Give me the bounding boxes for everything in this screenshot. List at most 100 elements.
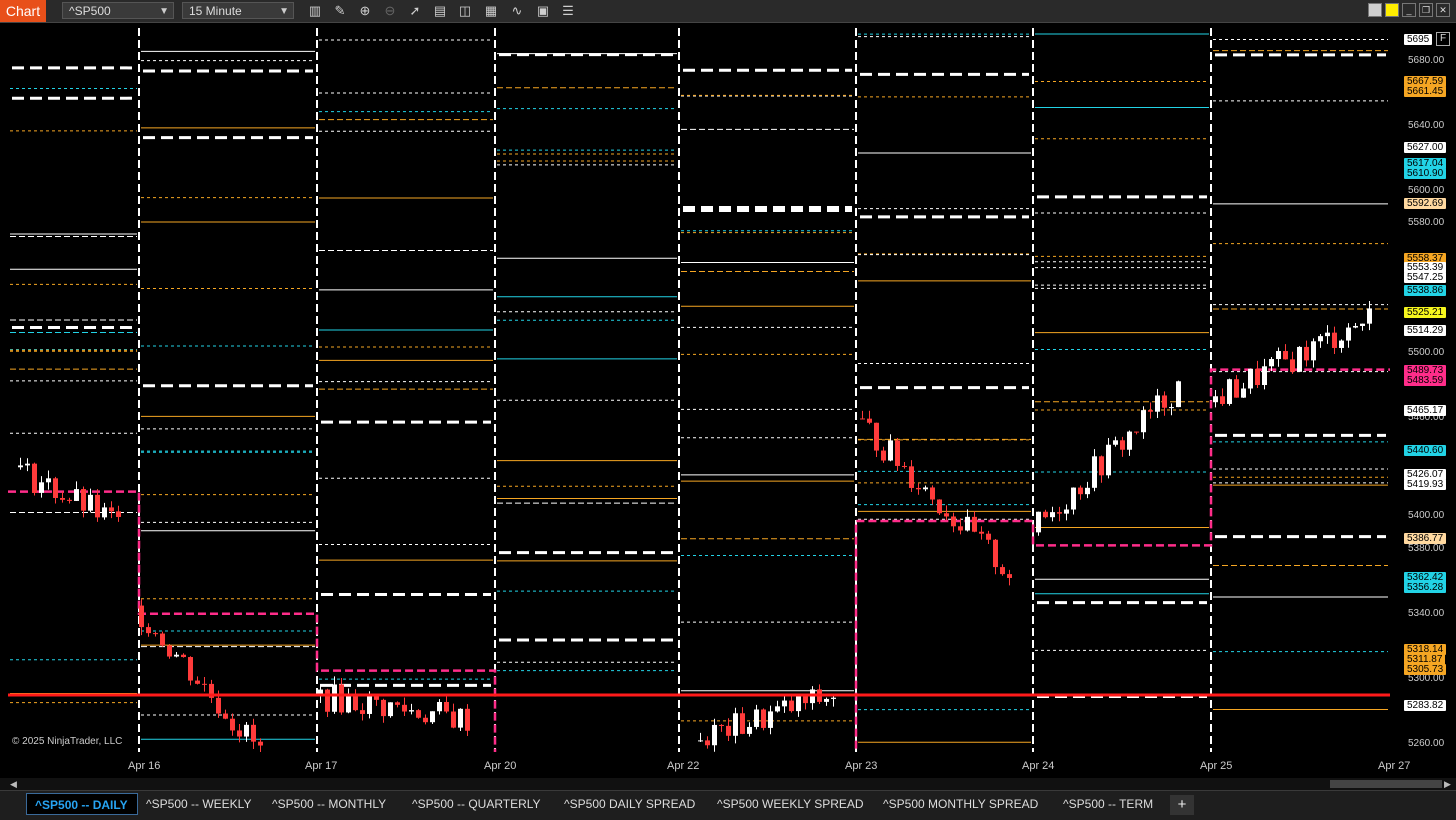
candle-up xyxy=(18,465,23,468)
time-label: Apr 24 xyxy=(1022,760,1055,772)
candle-down xyxy=(230,718,235,731)
candle-down xyxy=(67,499,72,501)
chart-tab[interactable]: ^SP500 -- WEEKLY xyxy=(138,793,258,815)
chart-tab[interactable]: ^SP500 -- TERM xyxy=(1055,793,1165,815)
price-axis[interactable]: F 5680.00 5640.00 5600.00 5580.00 5500.00 546… xyxy=(1390,28,1456,752)
time-axis[interactable]: Apr 16 Apr 17 Apr 20 Apr 22 Apr 23 Apr 24 Apr … xyxy=(0,752,1456,778)
time-label: Apr 20 xyxy=(484,760,517,772)
candle-down xyxy=(444,701,449,712)
price-level-tag: 5386.77 xyxy=(1404,532,1447,544)
indicators-icon[interactable]: ∿ xyxy=(508,2,526,20)
candle-up xyxy=(1269,359,1274,367)
chart-badge[interactable]: Chart xyxy=(0,0,46,22)
candle-down xyxy=(1134,431,1139,433)
price-level-tag: 5627.00 xyxy=(1404,141,1447,153)
candle-down xyxy=(258,741,263,746)
data-box-icon[interactable]: ▤ xyxy=(431,2,449,20)
scroll-right-icon[interactable]: ▶ xyxy=(1444,778,1451,790)
scroll-left-icon[interactable]: ◀ xyxy=(10,778,17,790)
fit-button[interactable]: F xyxy=(1436,32,1450,46)
candle-up xyxy=(1169,407,1174,409)
candle-down xyxy=(993,539,998,568)
candle-up xyxy=(1360,323,1365,326)
candle-up xyxy=(367,695,372,714)
zoom-in-icon[interactable]: ⊕ xyxy=(356,2,374,20)
pencil-icon[interactable]: ✎ xyxy=(331,2,349,20)
strategies-icon[interactable]: ▣ xyxy=(534,2,552,20)
candle-down xyxy=(81,489,86,511)
panels-icon[interactable]: ◫ xyxy=(456,2,474,20)
candle-up xyxy=(1318,336,1323,342)
candle-up xyxy=(768,711,773,728)
price-tick-label: 5340.00 xyxy=(1408,607,1445,619)
candle-down xyxy=(909,466,914,488)
candle-down xyxy=(1120,440,1125,450)
chart-tab[interactable]: ^SP500 -- MONTHLY xyxy=(264,793,400,815)
price-level-tag: 5465.17 xyxy=(1404,405,1447,417)
price-tick-label: 5580.00 xyxy=(1408,217,1445,229)
candle-up xyxy=(1176,381,1181,408)
chart-tab[interactable]: ^SP500 WEEKLY SPREAD xyxy=(709,793,869,815)
candle-down xyxy=(937,499,942,514)
candle-up xyxy=(1036,511,1041,533)
candle-up xyxy=(796,696,801,712)
candle-up xyxy=(25,463,30,466)
candle-up xyxy=(1106,444,1111,476)
candle-down xyxy=(195,680,200,684)
price-tick-label: 5600.00 xyxy=(1408,184,1445,196)
properties-icon[interactable]: ☰ xyxy=(559,2,577,20)
pointer-icon[interactable]: ➚ xyxy=(406,2,424,20)
candle-down xyxy=(381,699,386,717)
price-level-tag: 5547.25 xyxy=(1404,271,1447,283)
candle-down xyxy=(237,730,242,737)
candle-up xyxy=(923,487,928,490)
candle-down xyxy=(353,695,358,711)
restore-button[interactable]: ❐ xyxy=(1419,3,1433,17)
price-level-tag: 5514.29 xyxy=(1404,325,1447,337)
chart-tab[interactable]: ^SP500 -- DAILY xyxy=(26,793,138,815)
add-tab-button[interactable]: + xyxy=(1170,795,1194,815)
scroll-thumb[interactable] xyxy=(1330,780,1442,788)
candle-down xyxy=(139,605,144,628)
price-tick-label: 5400.00 xyxy=(1408,510,1445,522)
chart-tab[interactable]: ^SP500 DAILY SPREAD xyxy=(556,793,704,815)
candle-down xyxy=(860,418,865,420)
candle-up xyxy=(1248,368,1253,389)
candle-down xyxy=(95,494,100,518)
templates-icon[interactable]: ▦ xyxy=(482,2,500,20)
price-level-tag: 5440.60 xyxy=(1404,445,1447,457)
candle-down xyxy=(1290,359,1295,372)
candle-down xyxy=(1304,346,1309,361)
price-chart-panel[interactable]: © 2025 NinjaTrader, LLC xyxy=(8,28,1390,752)
candle-up xyxy=(1213,396,1218,403)
candle-up xyxy=(775,706,780,712)
zoom-out-icon[interactable]: ⊖ xyxy=(381,2,399,20)
candle-up xyxy=(1353,325,1358,328)
candle-up xyxy=(1276,351,1281,360)
candle-up xyxy=(409,710,414,712)
instrument-selector[interactable]: ^SP500 ▼ xyxy=(62,2,174,19)
candle-up xyxy=(1064,509,1069,514)
yellow-swatch-button[interactable] xyxy=(1385,3,1399,17)
candle-down xyxy=(874,422,879,451)
candle-up xyxy=(698,740,703,742)
candle-down xyxy=(881,450,886,461)
time-label: Apr 22 xyxy=(667,760,700,772)
candle-up xyxy=(1071,487,1076,510)
candle-up xyxy=(88,494,93,511)
candle-down xyxy=(726,725,731,736)
candle-up xyxy=(39,482,44,493)
close-button[interactable]: ✕ xyxy=(1436,3,1450,17)
chart-tab[interactable]: ^SP500 MONTHLY SPREAD xyxy=(875,793,1049,815)
candle-down xyxy=(1000,567,1005,575)
interval-selector[interactable]: 15 Minute ▼ xyxy=(182,2,294,19)
candle-up xyxy=(437,701,442,712)
bar-type-icon[interactable]: ▥ xyxy=(306,2,324,20)
horizontal-scrollbar[interactable]: ◀ ▶ xyxy=(0,778,1456,790)
minimize-button[interactable]: _ xyxy=(1402,3,1416,17)
gray-swatch-button[interactable] xyxy=(1368,3,1382,17)
candle-down xyxy=(116,511,121,517)
time-label: Apr 16 xyxy=(128,760,161,772)
candle-down xyxy=(395,702,400,705)
chart-tab[interactable]: ^SP500 -- QUARTERLY xyxy=(404,793,552,815)
